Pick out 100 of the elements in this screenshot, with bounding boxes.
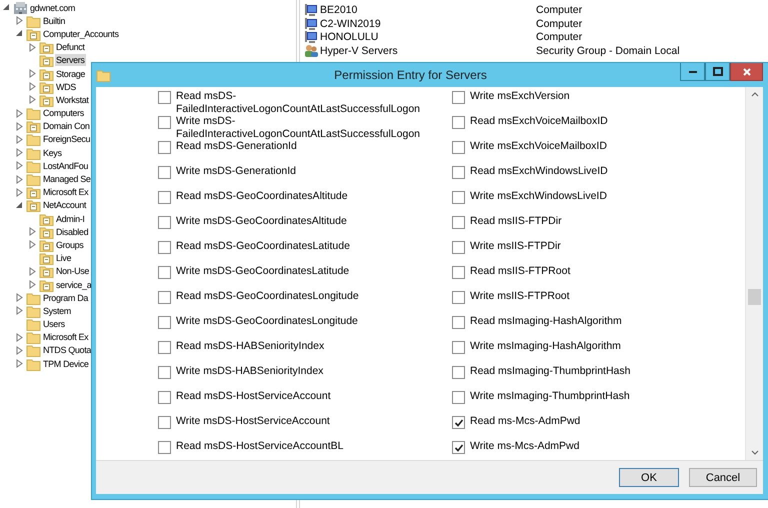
tree-item[interactable]: Computer_Accounts bbox=[42, 28, 120, 40]
tree-item[interactable]: Defunct bbox=[55, 41, 86, 54]
checkbox[interactable] bbox=[452, 141, 465, 154]
tree-item[interactable]: Servers bbox=[55, 54, 86, 66]
folder-document-icon bbox=[39, 238, 54, 252]
tree-item[interactable]: Program Da bbox=[42, 292, 90, 304]
folder-document-icon bbox=[26, 26, 41, 41]
checkbox[interactable] bbox=[158, 116, 171, 129]
object-type: Security Group - Domain Local bbox=[536, 44, 681, 57]
checkbox[interactable] bbox=[452, 191, 465, 204]
folder-document-icon bbox=[39, 212, 54, 226]
tree-item[interactable]: System bbox=[42, 304, 72, 317]
tree-item[interactable]: Groups bbox=[55, 238, 84, 251]
checkbox[interactable] bbox=[158, 141, 171, 154]
close-button[interactable] bbox=[730, 63, 763, 81]
folder-document-icon bbox=[39, 66, 54, 81]
checkbox[interactable] bbox=[158, 316, 171, 329]
tree-item[interactable]: Admin-I bbox=[55, 212, 86, 225]
folder-icon bbox=[26, 172, 41, 186]
tree-item[interactable]: service_a bbox=[55, 278, 92, 291]
checkbox[interactable] bbox=[452, 366, 465, 379]
cancel-button[interactable]: Cancel bbox=[689, 468, 757, 487]
object-name[interactable]: C2-WIN2019 bbox=[320, 18, 381, 30]
tree-item[interactable]: gdwnet.com bbox=[29, 2, 76, 14]
tree-item[interactable]: Workstat bbox=[55, 94, 90, 106]
folder-document-icon bbox=[39, 224, 54, 239]
checkbox[interactable] bbox=[158, 166, 171, 179]
tree-item[interactable]: Storage bbox=[55, 68, 86, 80]
checkbox[interactable] bbox=[158, 441, 171, 454]
group-icon bbox=[304, 44, 318, 58]
tree-item[interactable]: Computers bbox=[42, 107, 85, 120]
checkbox[interactable] bbox=[158, 366, 171, 379]
folder-icon bbox=[26, 330, 41, 344]
object-name[interactable]: Hyper-V Servers bbox=[320, 44, 398, 57]
tree-item[interactable]: Live bbox=[55, 252, 72, 264]
checkbox[interactable] bbox=[452, 266, 465, 279]
checkbox-label: Read msExchVoiceMailboxID bbox=[470, 115, 608, 128]
ok-button[interactable]: OK bbox=[619, 468, 679, 487]
checkbox-label: Read msImaging-ThumbprintHash bbox=[470, 365, 630, 378]
tree-item[interactable]: LostAndFou bbox=[42, 160, 90, 172]
checkbox-label: Read msDS-HABSeniorityIndex bbox=[176, 340, 324, 352]
checkbox[interactable] bbox=[452, 166, 465, 179]
checkbox-label: Read msIIS-FTPDir bbox=[470, 215, 562, 228]
checkbox[interactable] bbox=[158, 241, 171, 254]
checkbox-label: Read msIIS-FTPRoot bbox=[470, 265, 570, 278]
tree-item[interactable]: Domain Con bbox=[42, 120, 91, 132]
checkbox-label: Read msExchWindowsLiveID bbox=[470, 165, 608, 178]
checkbox[interactable] bbox=[158, 216, 171, 229]
tree-item[interactable]: Keys bbox=[42, 146, 63, 159]
folder-document-icon bbox=[39, 53, 54, 68]
checkbox[interactable] bbox=[452, 241, 465, 254]
folder-document-icon bbox=[26, 198, 41, 212]
tree-item[interactable]: Microsoft Ex bbox=[42, 186, 90, 198]
checkbox[interactable] bbox=[158, 391, 171, 404]
checkbox-label: Write msDS-FailedInteractiveLogonCountAtLastSuccessfulLogon bbox=[176, 115, 421, 140]
folder-document-icon bbox=[39, 92, 54, 107]
checkbox-label: Write msImaging-ThumbprintHash bbox=[470, 390, 630, 402]
tree-item[interactable]: Users bbox=[42, 318, 66, 330]
maximize-button[interactable] bbox=[705, 63, 730, 81]
tree-item[interactable]: Non-Use bbox=[55, 265, 90, 278]
folder-icon bbox=[26, 290, 41, 305]
maximize-icon bbox=[712, 67, 722, 76]
checkbox-label: Read msDS-GenerationId bbox=[176, 140, 297, 152]
checkbox-label: Write msDS-HABSeniorityIndex bbox=[176, 365, 324, 378]
tree-item[interactable]: Builtin bbox=[42, 14, 66, 27]
checkbox[interactable] bbox=[158, 191, 171, 204]
scrollbar-thumb[interactable] bbox=[748, 289, 761, 305]
tree-item[interactable]: WDS bbox=[55, 80, 77, 93]
tree-item[interactable]: NTDS Quota bbox=[42, 344, 92, 356]
checkbox[interactable] bbox=[452, 91, 465, 104]
object-name[interactable]: HONOLULU bbox=[320, 31, 378, 44]
scrollbar[interactable] bbox=[745, 87, 763, 460]
checkbox[interactable] bbox=[452, 216, 465, 229]
checkbox[interactable] bbox=[452, 291, 465, 304]
folder-document-icon bbox=[39, 251, 54, 266]
checkbox[interactable] bbox=[452, 441, 465, 454]
tree-item[interactable]: Managed Se bbox=[42, 173, 92, 186]
checkbox[interactable] bbox=[158, 266, 171, 279]
tree-item[interactable]: TPM Device bbox=[42, 358, 90, 370]
object-name[interactable]: BE2010 bbox=[320, 4, 358, 16]
checkbox-label: Read msDS-GeoCoordinatesAltitude bbox=[176, 190, 348, 202]
checkbox[interactable] bbox=[452, 316, 465, 329]
checkbox[interactable] bbox=[452, 416, 465, 429]
checkbox-label: Read msDS-GeoCoordinatesLongitude bbox=[176, 290, 359, 302]
checkbox[interactable] bbox=[158, 91, 171, 104]
checkbox[interactable] bbox=[452, 391, 465, 404]
tree-item[interactable]: ForeignSecu bbox=[42, 133, 92, 146]
tree-item[interactable]: NetAccount bbox=[42, 199, 88, 212]
checkbox[interactable] bbox=[158, 291, 171, 304]
checkbox[interactable] bbox=[452, 341, 465, 354]
tree-item[interactable]: Disabled bbox=[55, 226, 90, 238]
checkbox[interactable] bbox=[452, 116, 465, 129]
checkbox-label: Read msImaging-HashAlgorithm bbox=[470, 315, 622, 328]
checkbox[interactable] bbox=[158, 416, 171, 429]
minimize-button[interactable] bbox=[680, 63, 705, 81]
tree-item[interactable]: Microsoft Ex bbox=[42, 331, 90, 344]
checkbox[interactable] bbox=[158, 341, 171, 354]
checkbox-label: Write msIIS-FTPDir bbox=[470, 240, 561, 252]
checkbox-label: Write msExchWindowsLiveID bbox=[470, 190, 607, 202]
folder-document-icon bbox=[39, 264, 54, 278]
